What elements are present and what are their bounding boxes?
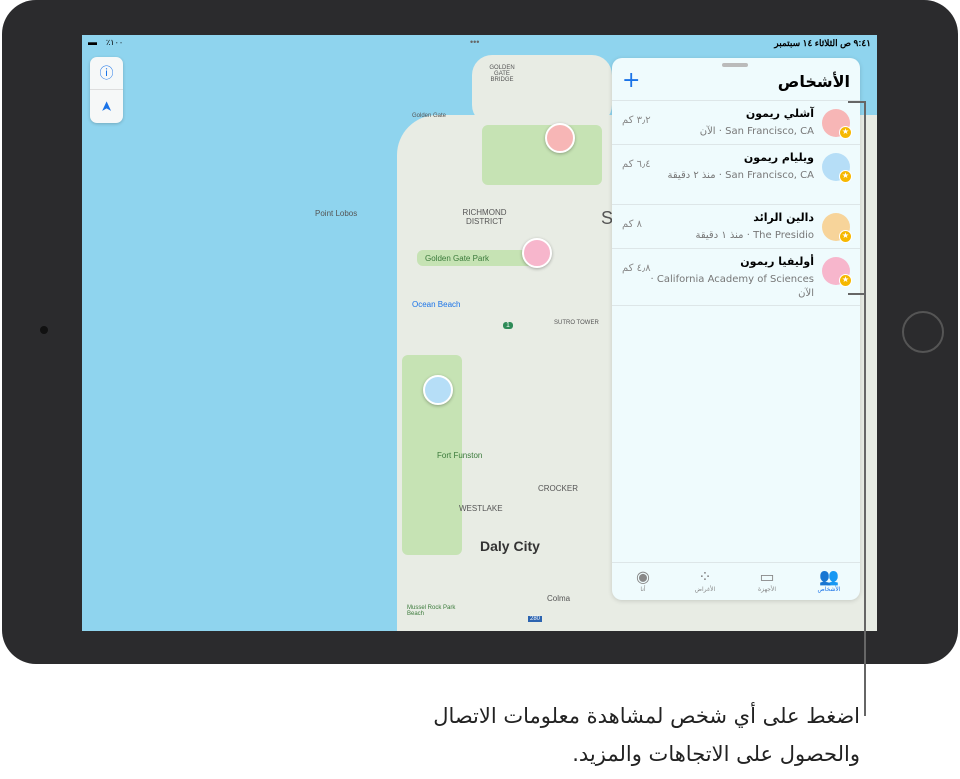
map-pin-william[interactable]: [423, 375, 453, 405]
person-status: California Academy of Sciences · الآن: [650, 274, 814, 299]
add-button[interactable]: +: [622, 68, 640, 93]
tab-people[interactable]: 👥 الأشخاص: [798, 563, 860, 600]
map-label: Mussel Rock Park Beach: [407, 605, 456, 617]
map-pin-ashley[interactable]: [545, 123, 575, 153]
map-controls: ⓘ ➤: [90, 57, 123, 123]
tab-items[interactable]: ⁘ الأغراض: [674, 563, 736, 600]
map-label: Golden Gate: [412, 113, 447, 119]
multitask-dots[interactable]: •••: [470, 37, 479, 47]
panel-grabber[interactable]: [722, 63, 748, 67]
me-icon: ◉: [636, 567, 650, 586]
map-label: CROCKER: [538, 484, 579, 493]
person-distance: ٤٫٨ كم: [622, 263, 651, 274]
person-status: San Francisco, CA · الآن: [699, 126, 814, 137]
caption: اضغط على أي شخص لمشاهدة معلومات الاتصال …: [433, 704, 860, 766]
person-distance: ٨ كم: [622, 219, 642, 230]
map-label: Colma: [547, 594, 571, 603]
map-label: Point Lobos: [315, 209, 358, 218]
person-row[interactable]: ★ أوليفيا ريمون California Academy of Sc…: [612, 248, 860, 306]
tab-bar: ◉ أنا ⁘ الأغراض ▭ الأجهزة 👥 الأشخاص: [612, 562, 860, 600]
person-distance: ٦٫٤ كم: [622, 159, 651, 170]
map-label: Fort Funston: [437, 451, 483, 460]
battery-percent: ٪١٠٠: [106, 38, 124, 47]
map-label: GOLDEN GATE BRIDGE: [489, 65, 515, 83]
camera: [40, 326, 48, 334]
tab-me[interactable]: ◉ أنا: [612, 563, 674, 600]
person-status: San Francisco, CA · منذ ٢ دقيقة: [667, 170, 814, 181]
person-status: The Presidio · منذ ١ دقيقة: [695, 230, 814, 241]
person-row[interactable]: ★ ويليام ريمون San Francisco, CA · منذ ٢…: [612, 144, 860, 204]
highway-shield: 1: [503, 322, 513, 329]
panel-title: الأشخاص: [777, 72, 850, 91]
map-label: Daly City: [480, 538, 540, 554]
map-label: SUTRO TOWER: [554, 320, 599, 326]
person-name: آشلي ريمون: [745, 107, 814, 120]
screen: GOLDEN GATE BRIDGE Golden Gate Point Lob…: [82, 35, 877, 631]
highway-shield: 280: [528, 616, 543, 622]
person-row[interactable]: ★ دالين الرائد The Presidio · منذ ١ دقيق…: [612, 204, 860, 248]
callout-line: [864, 294, 866, 716]
map-label: Golden Gate Park: [425, 254, 490, 263]
location-arrow-button[interactable]: ➤: [90, 90, 123, 123]
items-icon: ⁘: [698, 567, 712, 586]
person-name: دالين الرائد: [753, 211, 814, 224]
people-icon: 👥: [819, 567, 839, 586]
status-bar: ▬ ٪١٠٠ ••• ٩:٤١ ص الثلاثاء ١٤ سبتمبر: [82, 35, 877, 51]
map-label: Ocean Beach: [412, 300, 461, 309]
people-panel: الأشخاص + ★ آشلي ريمون San Francisco, CA…: [612, 58, 860, 600]
person-distance: ٣٫٢ كم: [622, 115, 651, 126]
home-button[interactable]: [902, 311, 944, 353]
map-label: WESTLAKE: [459, 504, 503, 513]
devices-icon: ▭: [759, 567, 775, 586]
info-button[interactable]: ⓘ: [90, 57, 123, 90]
tab-devices[interactable]: ▭ الأجهزة: [736, 563, 798, 600]
battery-icon: ▬: [88, 37, 97, 47]
person-name: ويليام ريمون: [743, 151, 814, 164]
callout-bracket: [848, 101, 866, 295]
map-pin-olivia[interactable]: [522, 238, 552, 268]
person-row[interactable]: ★ آشلي ريمون San Francisco, CA · الآن ٣٫…: [612, 100, 860, 144]
map-label: RICHMOND DISTRICT: [462, 208, 507, 226]
time-date: ٩:٤١ ص الثلاثاء ١٤ سبتمبر: [774, 38, 871, 48]
person-name: أوليفيا ريمون: [740, 255, 814, 268]
